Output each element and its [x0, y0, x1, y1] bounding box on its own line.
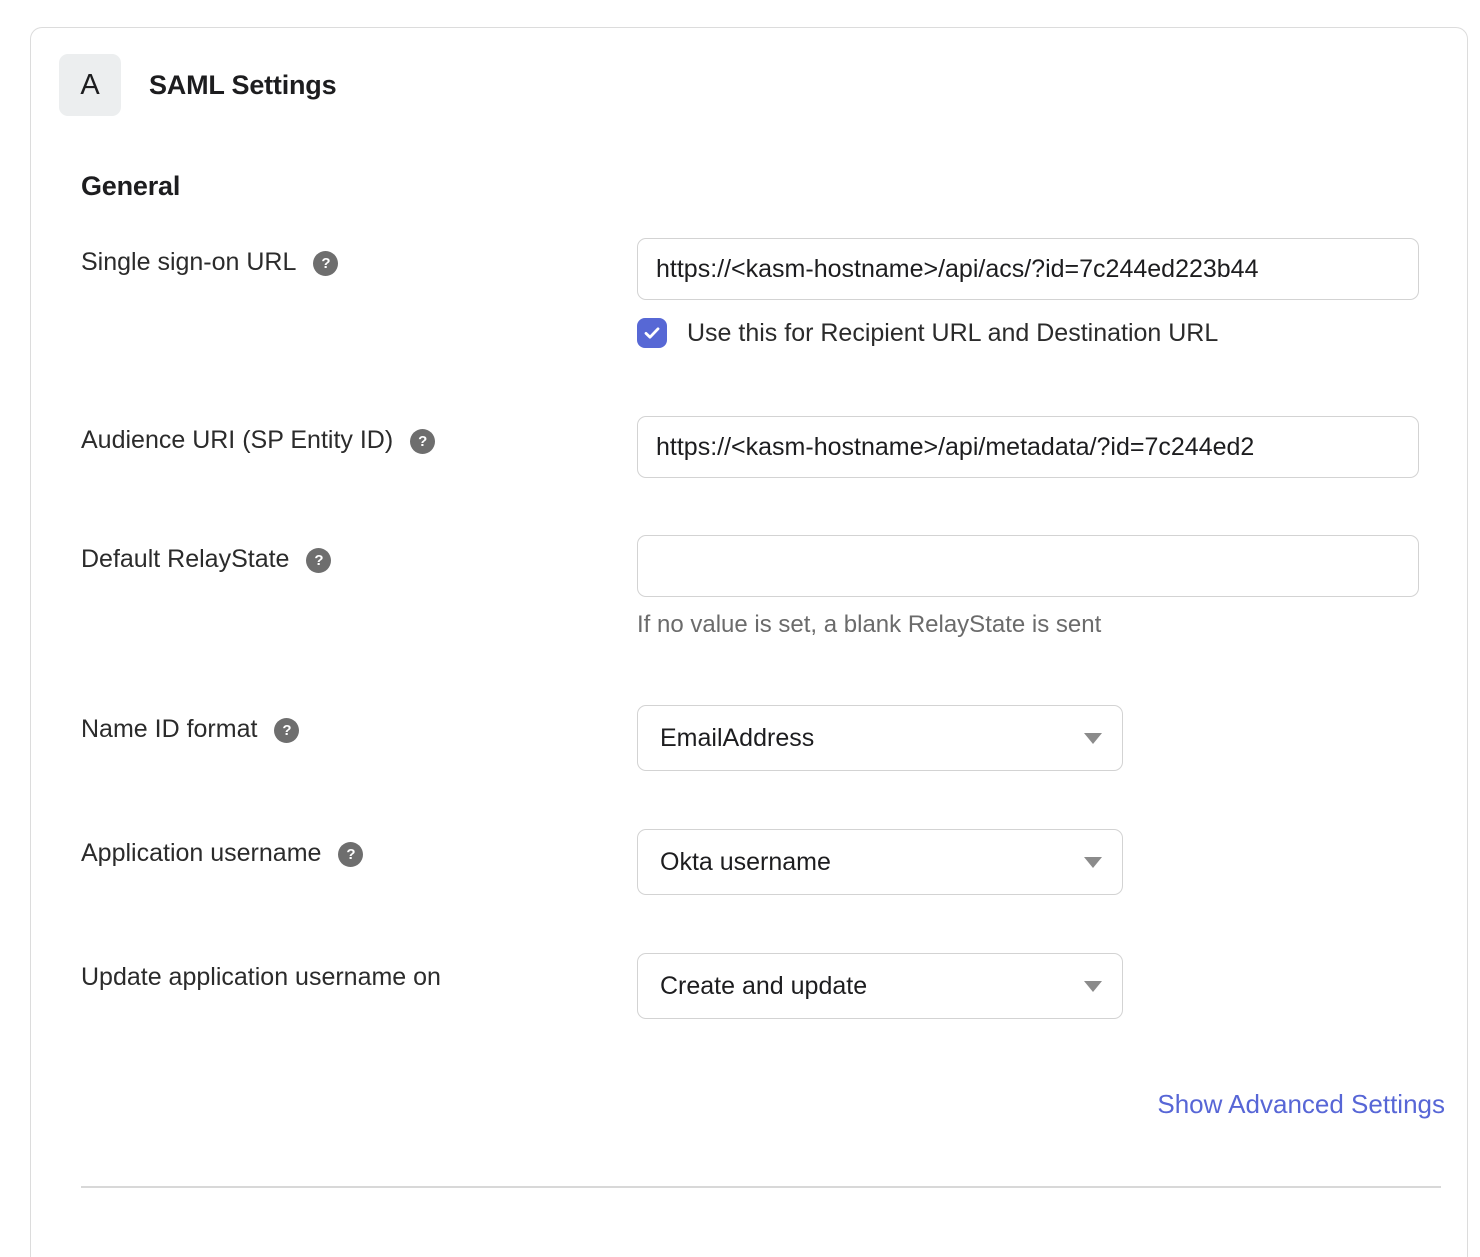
label-audience-uri: Audience URI (SP Entity ID) ? — [81, 416, 637, 456]
label-update-application-username-on-text: Update application username on — [81, 962, 441, 993]
chevron-down-icon — [1084, 981, 1102, 992]
help-icon-sso-url[interactable]: ? — [313, 251, 338, 276]
update-application-username-on-select[interactable]: Create and update — [637, 953, 1123, 1019]
name-id-format-selected-value: EmailAddress — [660, 724, 814, 753]
help-icon-audience-uri[interactable]: ? — [410, 429, 435, 454]
application-username-selected-value: Okta username — [660, 848, 831, 877]
label-audience-uri-text: Audience URI (SP Entity ID) — [81, 425, 393, 456]
label-sso-url: Single sign-on URL ? — [81, 238, 637, 278]
help-icon-name-id-format[interactable]: ? — [274, 718, 299, 743]
card-header: A SAML Settings — [31, 28, 1467, 116]
app-badge-icon: A — [59, 54, 121, 116]
control-sso-url: https://<kasm-hostname>/api/acs/?id=7c24… — [637, 238, 1467, 348]
name-id-format-select[interactable]: EmailAddress — [637, 705, 1123, 771]
label-application-username-text: Application username — [81, 838, 321, 869]
show-advanced-settings-link[interactable]: Show Advanced Settings — [1157, 1089, 1445, 1120]
sso-url-input[interactable]: https://<kasm-hostname>/api/acs/?id=7c24… — [637, 238, 1419, 300]
field-row-sso-url: Single sign-on URL ? https://<kasm-hostn… — [31, 238, 1467, 348]
chevron-down-icon — [1084, 857, 1102, 868]
recipient-destination-checkbox-label[interactable]: Use this for Recipient URL and Destinati… — [687, 319, 1218, 348]
audience-uri-input[interactable]: https://<kasm-hostname>/api/metadata/?id… — [637, 416, 1419, 478]
control-update-application-username-on: Create and update — [637, 953, 1467, 1019]
label-name-id-format-text: Name ID format — [81, 714, 257, 745]
label-name-id-format: Name ID format ? — [81, 705, 637, 745]
update-application-username-on-selected-value: Create and update — [660, 972, 867, 1001]
chevron-down-icon — [1084, 733, 1102, 744]
field-row-default-relaystate: Default RelayState ? If no value is set,… — [31, 535, 1467, 639]
label-application-username: Application username ? — [81, 829, 637, 869]
field-row-name-id-format: Name ID format ? EmailAddress — [31, 705, 1467, 771]
default-relaystate-hint: If no value is set, a blank RelayState i… — [637, 611, 1467, 639]
recipient-destination-checkbox-row: Use this for Recipient URL and Destinati… — [637, 318, 1467, 348]
control-audience-uri: https://<kasm-hostname>/api/metadata/?id… — [637, 416, 1467, 478]
section-divider — [81, 1186, 1441, 1188]
saml-settings-card: A SAML Settings General Single sign-on U… — [30, 27, 1468, 1257]
label-sso-url-text: Single sign-on URL — [81, 247, 296, 278]
control-default-relaystate: If no value is set, a blank RelayState i… — [637, 535, 1467, 639]
help-icon-application-username[interactable]: ? — [338, 842, 363, 867]
control-application-username: Okta username — [637, 829, 1467, 895]
label-update-application-username-on: Update application username on — [81, 953, 637, 993]
field-row-update-application-username-on: Update application username on Create an… — [31, 953, 1467, 1019]
recipient-destination-checkbox[interactable] — [637, 318, 667, 348]
help-icon-default-relaystate[interactable]: ? — [306, 548, 331, 573]
saml-settings-form: Single sign-on URL ? https://<kasm-hostn… — [31, 238, 1467, 1188]
label-default-relaystate: Default RelayState ? — [81, 535, 637, 575]
advanced-settings-row: Show Advanced Settings — [31, 1089, 1467, 1120]
application-username-select[interactable]: Okta username — [637, 829, 1123, 895]
default-relaystate-input[interactable] — [637, 535, 1419, 597]
label-default-relaystate-text: Default RelayState — [81, 544, 289, 575]
field-row-application-username: Application username ? Okta username — [31, 829, 1467, 895]
page-title: SAML Settings — [149, 70, 336, 101]
section-heading-general: General — [81, 171, 1467, 202]
field-row-audience-uri: Audience URI (SP Entity ID) ? https://<k… — [31, 416, 1467, 478]
control-name-id-format: EmailAddress — [637, 705, 1467, 771]
